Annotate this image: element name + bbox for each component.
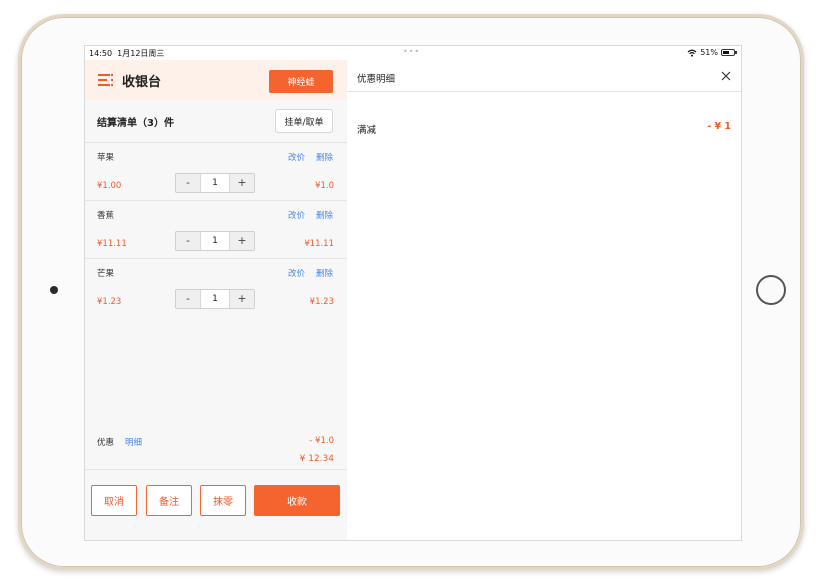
menu-icon[interactable] [98, 74, 113, 86]
multitask-dots-icon: ••• [403, 47, 421, 56]
panel-title: 优惠明细 [357, 74, 396, 85]
increment-button[interactable]: + [230, 174, 254, 192]
item-name: 苹果 [97, 153, 115, 163]
discount-detail-panel: 优惠明细 满减 - ¥ 1 [347, 60, 741, 540]
order-title: 结算清单（3）件 [97, 118, 174, 129]
quantity-value[interactable]: 1 [200, 174, 230, 192]
decrement-button[interactable]: - [176, 290, 200, 308]
decrement-button[interactable]: - [176, 174, 200, 192]
discount-detail-link[interactable]: 明细 [125, 436, 142, 448]
total-amount: ¥ 12.34 [299, 454, 334, 464]
discount-amount: - ¥1.0 [309, 436, 334, 446]
discount-type-value: - ¥ 1 [707, 121, 731, 132]
camera [50, 286, 58, 294]
item-price: ¥1.23 [97, 297, 122, 307]
quantity-stepper: - 1 + [175, 231, 255, 251]
close-icon[interactable] [721, 71, 731, 81]
increment-button[interactable]: + [230, 232, 254, 250]
status-bar: 14:50 1月12日周三 ••• 51% [85, 46, 741, 60]
quantity-stepper: - 1 + [175, 173, 255, 193]
delete-link[interactable]: 删除 [316, 209, 333, 221]
page-title: 收银台 [122, 75, 162, 90]
delete-link[interactable]: 删除 [316, 151, 333, 163]
item-price: ¥1.00 [97, 181, 122, 191]
divider [347, 91, 741, 92]
battery-icon [721, 49, 737, 56]
status-right: 51% [687, 48, 737, 57]
note-button[interactable]: 备注 [146, 485, 192, 516]
item-price: ¥11.11 [97, 239, 127, 249]
item-total: ¥1.0 [315, 181, 334, 191]
app-header: 收银台 神经蛙 [85, 60, 347, 100]
status-time: 14:50 1月12日周三 [89, 49, 165, 58]
cancel-button[interactable]: 取消 [91, 485, 137, 516]
screen: 14:50 1月12日周三 ••• 51% 收银台 神经蛙 结算清单（3）件 挂… [84, 45, 742, 541]
item-total: ¥1.23 [309, 297, 334, 307]
user-button[interactable]: 神经蛙 [269, 70, 333, 93]
hold-order-button[interactable]: 挂单/取单 [275, 109, 333, 133]
quantity-stepper: - 1 + [175, 289, 255, 309]
discount-label: 优惠 [97, 438, 115, 448]
pay-button[interactable]: 收款 [254, 485, 340, 516]
home-button[interactable] [756, 275, 786, 305]
list-item: 芒果 改价 删除 ¥1.23 - 1 + ¥1.23 [85, 259, 347, 316]
increment-button[interactable]: + [230, 290, 254, 308]
delete-link[interactable]: 删除 [316, 267, 333, 279]
quantity-value[interactable]: 1 [200, 232, 230, 250]
divider [85, 469, 347, 470]
discount-type-label: 满减 [357, 125, 377, 136]
round-off-button[interactable]: 抹零 [200, 485, 246, 516]
item-name: 香蕉 [97, 211, 115, 221]
decrement-button[interactable]: - [176, 232, 200, 250]
edit-price-link[interactable]: 改价 [288, 151, 305, 163]
list-item: 苹果 改价 删除 ¥1.00 - 1 + ¥1.0 [85, 143, 347, 200]
edit-price-link[interactable]: 改价 [288, 209, 305, 221]
list-item: 香蕉 改价 删除 ¥11.11 - 1 + ¥11.11 [85, 201, 347, 258]
item-name: 芒果 [97, 269, 115, 279]
wifi-icon [687, 49, 697, 57]
battery-percent: 51% [700, 48, 718, 57]
quantity-value[interactable]: 1 [200, 290, 230, 308]
checkout-panel: 收银台 神经蛙 结算清单（3）件 挂单/取单 苹果 改价 删除 ¥1.00 - … [85, 60, 347, 540]
item-total: ¥11.11 [304, 239, 334, 249]
edit-price-link[interactable]: 改价 [288, 267, 305, 279]
